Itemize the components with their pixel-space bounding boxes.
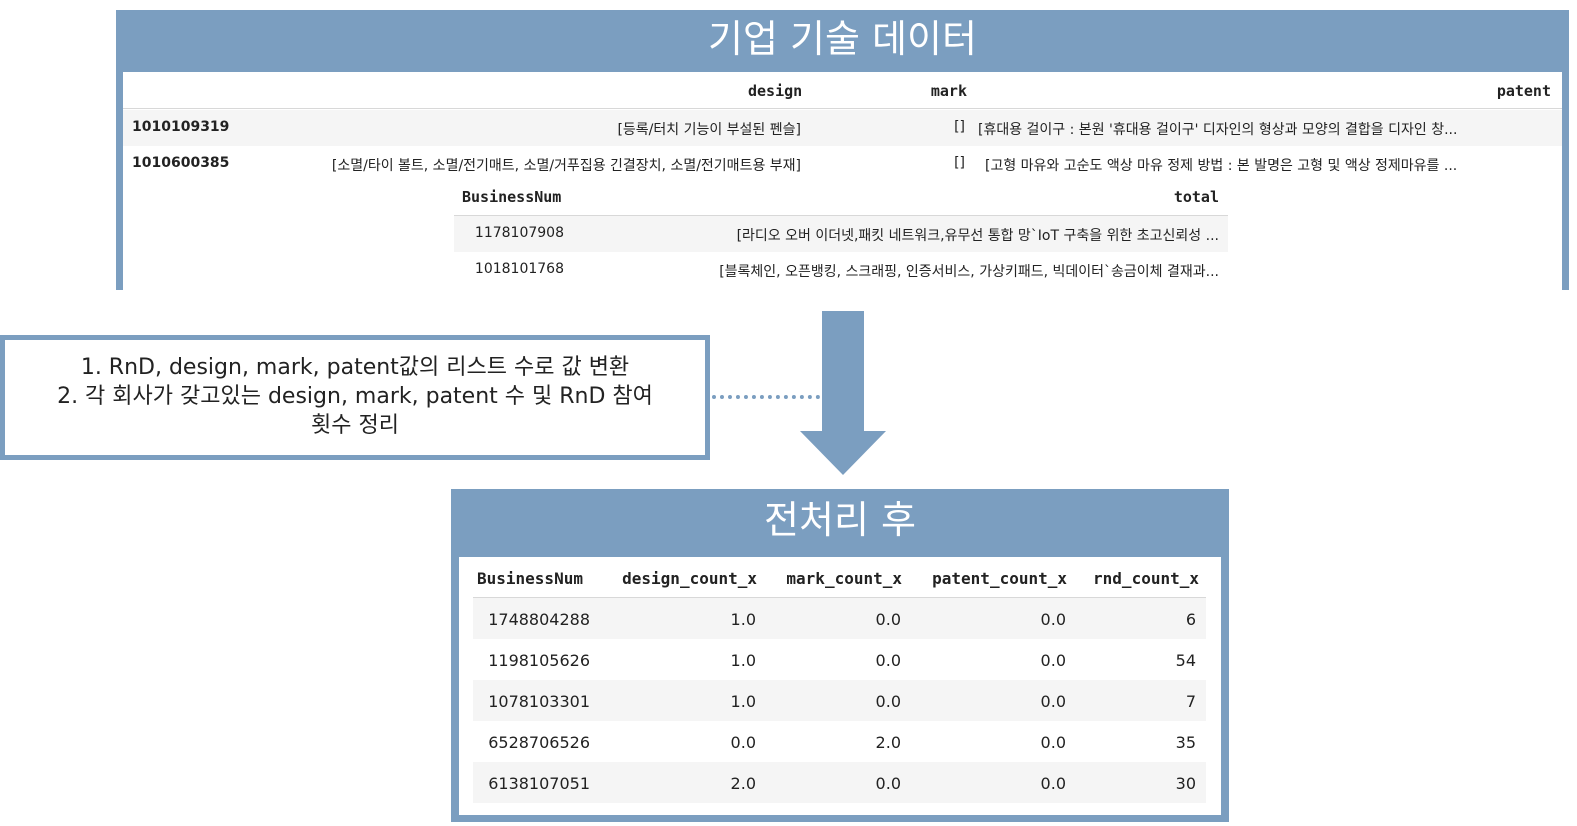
header-businessnum: BusinessNum bbox=[462, 188, 562, 206]
table-row: 6138107051 2.0 0.0 0.0 30 bbox=[473, 762, 1206, 803]
row-mark: [] bbox=[954, 119, 965, 135]
cell-patent-count: 0.0 bbox=[1040, 692, 1066, 711]
header-design-count: design_count_x bbox=[622, 569, 757, 588]
row-index: 1010109319 bbox=[132, 119, 230, 135]
dotted-connector bbox=[712, 395, 820, 399]
row-mark: [] bbox=[954, 155, 965, 171]
processed-data-panel: 전처리 후 BusinessNum design_count_x mark_co… bbox=[451, 489, 1229, 822]
cell-mark-count: 0.0 bbox=[875, 651, 901, 670]
header-patent-count: patent_count_x bbox=[932, 569, 1067, 588]
cell-rnd-count: 54 bbox=[1175, 651, 1196, 670]
row-patent: [휴대용 걸이구 : 본원 '휴대용 걸이구' 디자인의 형상과 모양의 결합을… bbox=[978, 122, 1458, 138]
cell-rnd-count: 30 bbox=[1175, 774, 1196, 793]
note-line-1: 1. RnD, design, mark, patent값의 리스트 수로 값 … bbox=[80, 355, 630, 380]
cell-design-count: 0.0 bbox=[730, 733, 756, 752]
row-design: [소멸/타이 볼트, 소멸/전기매트, 소멸/거푸집용 긴결장치, 소멸/전기매… bbox=[331, 158, 801, 174]
header-patent: patent bbox=[1496, 82, 1551, 100]
row-design: [등록/터치 기능이 부설된 펜슬] bbox=[617, 122, 801, 138]
cell-design-count: 1.0 bbox=[730, 692, 756, 711]
cell-mark-count: 0.0 bbox=[875, 610, 901, 629]
table-row: 1748804288 1.0 0.0 0.0 6 bbox=[473, 598, 1206, 639]
raw-data-title: 기업 기술 데이터 bbox=[708, 17, 977, 61]
header-total: total bbox=[1173, 188, 1219, 206]
cell-businessnum: 1748804288 bbox=[488, 610, 590, 629]
row-businessnum: 1018101768 bbox=[474, 261, 564, 277]
cell-businessnum: 1078103301 bbox=[488, 692, 590, 711]
cell-design-count: 2.0 bbox=[730, 774, 756, 793]
cell-design-count: 1.0 bbox=[730, 651, 756, 670]
row-patent: [고형 마유와 고순도 액상 마유 정제 방법 : 본 발명은 고형 및 액상 … bbox=[985, 158, 1458, 174]
processed-data-title: 전처리 후 bbox=[764, 498, 916, 542]
processed-data-content: BusinessNum design_count_x mark_count_x … bbox=[459, 557, 1221, 815]
raw-data-panel: 기업 기술 데이터 design mark patent 1010109319 … bbox=[116, 10, 1569, 292]
table-row: 1010109319 [등록/터치 기능이 부설된 펜슬] [] [휴대용 걸이… bbox=[123, 110, 1562, 146]
cell-design-count: 1.0 bbox=[730, 610, 756, 629]
header-divider bbox=[123, 108, 1562, 109]
row-index: 1010600385 bbox=[132, 155, 230, 171]
row-businessnum: 1178107908 bbox=[474, 225, 564, 241]
cell-businessnum: 6138107051 bbox=[488, 774, 590, 793]
cell-mark-count: 2.0 bbox=[875, 733, 901, 752]
table-row: 1018101768 [블록체인, 오픈뱅킹, 스크래핑, 인증서비스, 가상키… bbox=[454, 252, 1228, 288]
row-total: [블록체인, 오픈뱅킹, 스크래핑, 인증서비스, 가상키패드, 빅데이터`송금… bbox=[719, 264, 1219, 280]
cell-patent-count: 0.0 bbox=[1040, 651, 1066, 670]
table-row: 1010600385 [소멸/타이 볼트, 소멸/전기매트, 소멸/거푸집용 긴… bbox=[123, 146, 1562, 182]
cell-mark-count: 0.0 bbox=[875, 692, 901, 711]
table-row: 6528706526 0.0 2.0 0.0 35 bbox=[473, 721, 1206, 762]
header-mark: mark bbox=[930, 82, 967, 100]
raw-data-content: design mark patent 1010109319 [등록/터치 기능이… bbox=[123, 72, 1562, 292]
cell-businessnum: 1198105626 bbox=[488, 651, 590, 670]
cell-patent-count: 0.0 bbox=[1040, 774, 1066, 793]
header-rnd-count: rnd_count_x bbox=[1093, 569, 1199, 588]
header-businessnum: BusinessNum bbox=[477, 569, 583, 588]
table-row: 1078103301 1.0 0.0 0.0 7 bbox=[473, 680, 1206, 721]
cell-rnd-count: 6 bbox=[1185, 610, 1196, 629]
cell-patent-count: 0.0 bbox=[1040, 610, 1066, 629]
table-row: 1178107908 [라디오 오버 이더넷,패킷 네트워크,유무선 통합 망`… bbox=[454, 216, 1228, 252]
processing-notes: 1. RnD, design, mark, patent값의 리스트 수로 값 … bbox=[0, 335, 710, 460]
row-total: [라디오 오버 이더넷,패킷 네트워크,유무선 통합 망`IoT 구축을 위한 … bbox=[736, 228, 1219, 244]
cell-mark-count: 0.0 bbox=[875, 774, 901, 793]
cell-rnd-count: 35 bbox=[1175, 733, 1196, 752]
down-arrow-icon bbox=[800, 311, 886, 475]
header-mark-count: mark_count_x bbox=[786, 569, 902, 588]
table-row: 1198105626 1.0 0.0 0.0 54 bbox=[473, 639, 1206, 680]
cell-patent-count: 0.0 bbox=[1040, 733, 1066, 752]
cell-rnd-count: 7 bbox=[1185, 692, 1196, 711]
header-design: design bbox=[748, 82, 803, 100]
cell-businessnum: 6528706526 bbox=[488, 733, 590, 752]
note-line-2: 2. 각 회사가 갖고있는 design, mark, patent 수 및 R… bbox=[57, 384, 653, 409]
note-line-3: 횟수 정리 bbox=[311, 413, 399, 438]
